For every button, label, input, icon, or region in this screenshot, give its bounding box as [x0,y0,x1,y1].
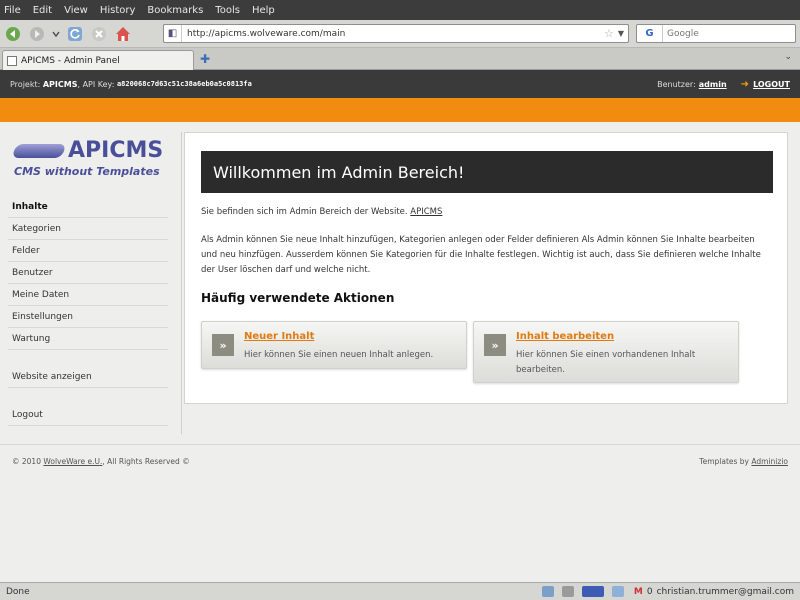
user-link[interactable]: admin [699,80,727,89]
actions-heading: Häufig verwendete Aktionen [201,291,395,305]
tab-list-icon[interactable]: ⌄ [784,52,792,62]
sidebar-nav: Inhalte Kategorien Felder Benutzer Meine… [8,196,168,426]
home-icon [116,26,130,41]
search-input[interactable] [663,28,783,39]
sidebar: APICMS CMS without Templates Inhalte Kat… [0,122,182,434]
project-name: APICMS [42,79,78,89]
tab-title: APICMS - Admin Panel [21,55,120,66]
menu-bookmarks[interactable]: Bookmarks [147,5,203,16]
page-favicon-icon [7,55,17,66]
double-chevron-right-icon: » [484,334,506,356]
reload-icon [68,26,82,41]
action-title[interactable]: Neuer Inhalt [244,331,314,342]
copyright-prefix: © 2010 [12,457,41,466]
reload-button[interactable] [64,23,86,45]
intro-prefix: Sie befinden sich im Admin Bereich der W… [201,207,408,217]
address-bar[interactable]: ◧ http://apicms.wolveware.com/main ☆ ▼ [163,24,629,43]
gmail-icon[interactable]: M [634,587,643,597]
history-dropdown-button[interactable] [50,23,62,45]
stop-button[interactable] [88,23,110,45]
footer-divider [0,444,800,445]
address-url[interactable]: http://apicms.wolveware.com/main [182,29,604,39]
project-label: Projekt: [10,79,41,89]
apicms-logo[interactable]: APICMS CMS without Templates [11,138,172,182]
footer-copyright: © 2010 WolveWare e.U., All Rights Reserv… [12,457,190,466]
intro-site-link[interactable]: APICMS [410,207,442,217]
browser-menubar: File Edit View History Bookmarks Tools H… [0,0,800,20]
menu-tools[interactable]: Tools [215,5,240,16]
accent-stripe [0,98,800,122]
search-bar[interactable]: G [636,24,796,43]
forward-button[interactable] [26,23,48,45]
templates-author-link[interactable]: Adminizio [751,457,788,466]
body-text: Als Admin können Sie neue Inhalt hinzufü… [201,235,761,275]
sidebar-item-website-anzeigen[interactable]: Website anzeigen [8,366,168,388]
mail-account[interactable]: christian.trummer@gmail.com [657,587,794,597]
action-new-content[interactable]: » Neuer Inhalt Hier können Sie einen neu… [201,321,467,369]
url-dropdown-icon[interactable]: ▼ [618,29,624,38]
menu-history[interactable]: History [100,5,136,16]
firebug-icon[interactable] [581,586,604,597]
browser-statusbar: Done M 0 christian.trummer@gmail.com [0,582,800,600]
status-text: Done [6,586,30,597]
sync-icon[interactable] [541,586,554,597]
api-key-label: API Key: [82,79,115,89]
copyright-suffix: , All Rights Reserved © [102,457,190,466]
back-arrow-icon [6,26,20,41]
forward-arrow-icon [30,26,44,41]
intro-text: Sie befinden sich im Admin Bereich der W… [201,207,773,217]
menu-view[interactable]: View [64,5,88,16]
sidebar-item-meine-daten[interactable]: Meine Daten [8,284,168,306]
page-title: Willkommen im Admin Bereich! [201,151,773,193]
logout-arrow-icon: ➜ [740,78,750,90]
bookmark-star-icon[interactable]: ☆ [604,27,614,40]
stop-icon [92,26,106,41]
main-panel: Willkommen im Admin Bereich! Sie befinde… [184,132,788,404]
user-label: Benutzer: [657,79,696,89]
mail-count: 0 [646,586,653,597]
action-description: Hier können Sie einen neuen Inhalt anleg… [244,350,434,360]
chevron-down-icon [52,31,60,37]
new-tab-icon[interactable]: ✚ [200,52,210,66]
sidebar-item-wartung[interactable]: Wartung [8,328,168,350]
action-title[interactable]: Inhalt bearbeiten [516,331,614,342]
menu-edit[interactable]: Edit [33,5,52,16]
sidebar-item-logout[interactable]: Logout [8,404,168,426]
footer-credits: Templates by Adminizio [699,457,788,466]
action-description: Hier können Sie einen vorhandenen Inhalt… [516,350,696,375]
admin-header: Projekt: APICMS, API Key: a820068c7d63c5… [0,70,800,98]
browser-toolbar: ◧ http://apicms.wolveware.com/main ☆ ▼ G [0,20,800,48]
back-button[interactable] [2,23,24,45]
company-link[interactable]: WolveWare e.U. [43,457,102,466]
action-edit-content[interactable]: » Inhalt bearbeiten Hier können Sie eine… [473,321,739,383]
sidebar-item-kategorien[interactable]: Kategorien [8,218,168,240]
sidebar-item-benutzer[interactable]: Benutzer [8,262,168,284]
sidebar-item-einstellungen[interactable]: Einstellungen [8,306,168,328]
api-key-value: a820068c7d63c51c38a6eb0a5c0813fa [116,80,252,88]
sidebar-item-inhalte[interactable]: Inhalte [8,196,168,218]
home-button[interactable] [112,23,134,45]
logout-link[interactable]: LOGOUT [753,80,790,89]
logo-tagline: CMS without Templates [14,165,160,178]
logo-pill-icon [11,144,67,158]
menu-help[interactable]: Help [252,5,275,16]
tab-apicms-admin[interactable]: APICMS - Admin Panel [2,50,194,70]
site-identity-icon[interactable]: ◧ [164,25,182,42]
templates-prefix: Templates by [699,457,749,466]
tab-bar: APICMS - Admin Panel ✚ ⌄ [0,48,800,70]
sidebar-divider [181,132,182,434]
sidebar-item-felder[interactable]: Felder [8,240,168,262]
addon-icon[interactable] [561,586,574,597]
double-chevron-right-icon: » [212,334,234,356]
search-engine-icon[interactable]: G [637,25,663,42]
logo-name: APICMS [68,138,164,163]
screen-icon[interactable] [611,586,624,597]
menu-file[interactable]: File [4,5,21,16]
